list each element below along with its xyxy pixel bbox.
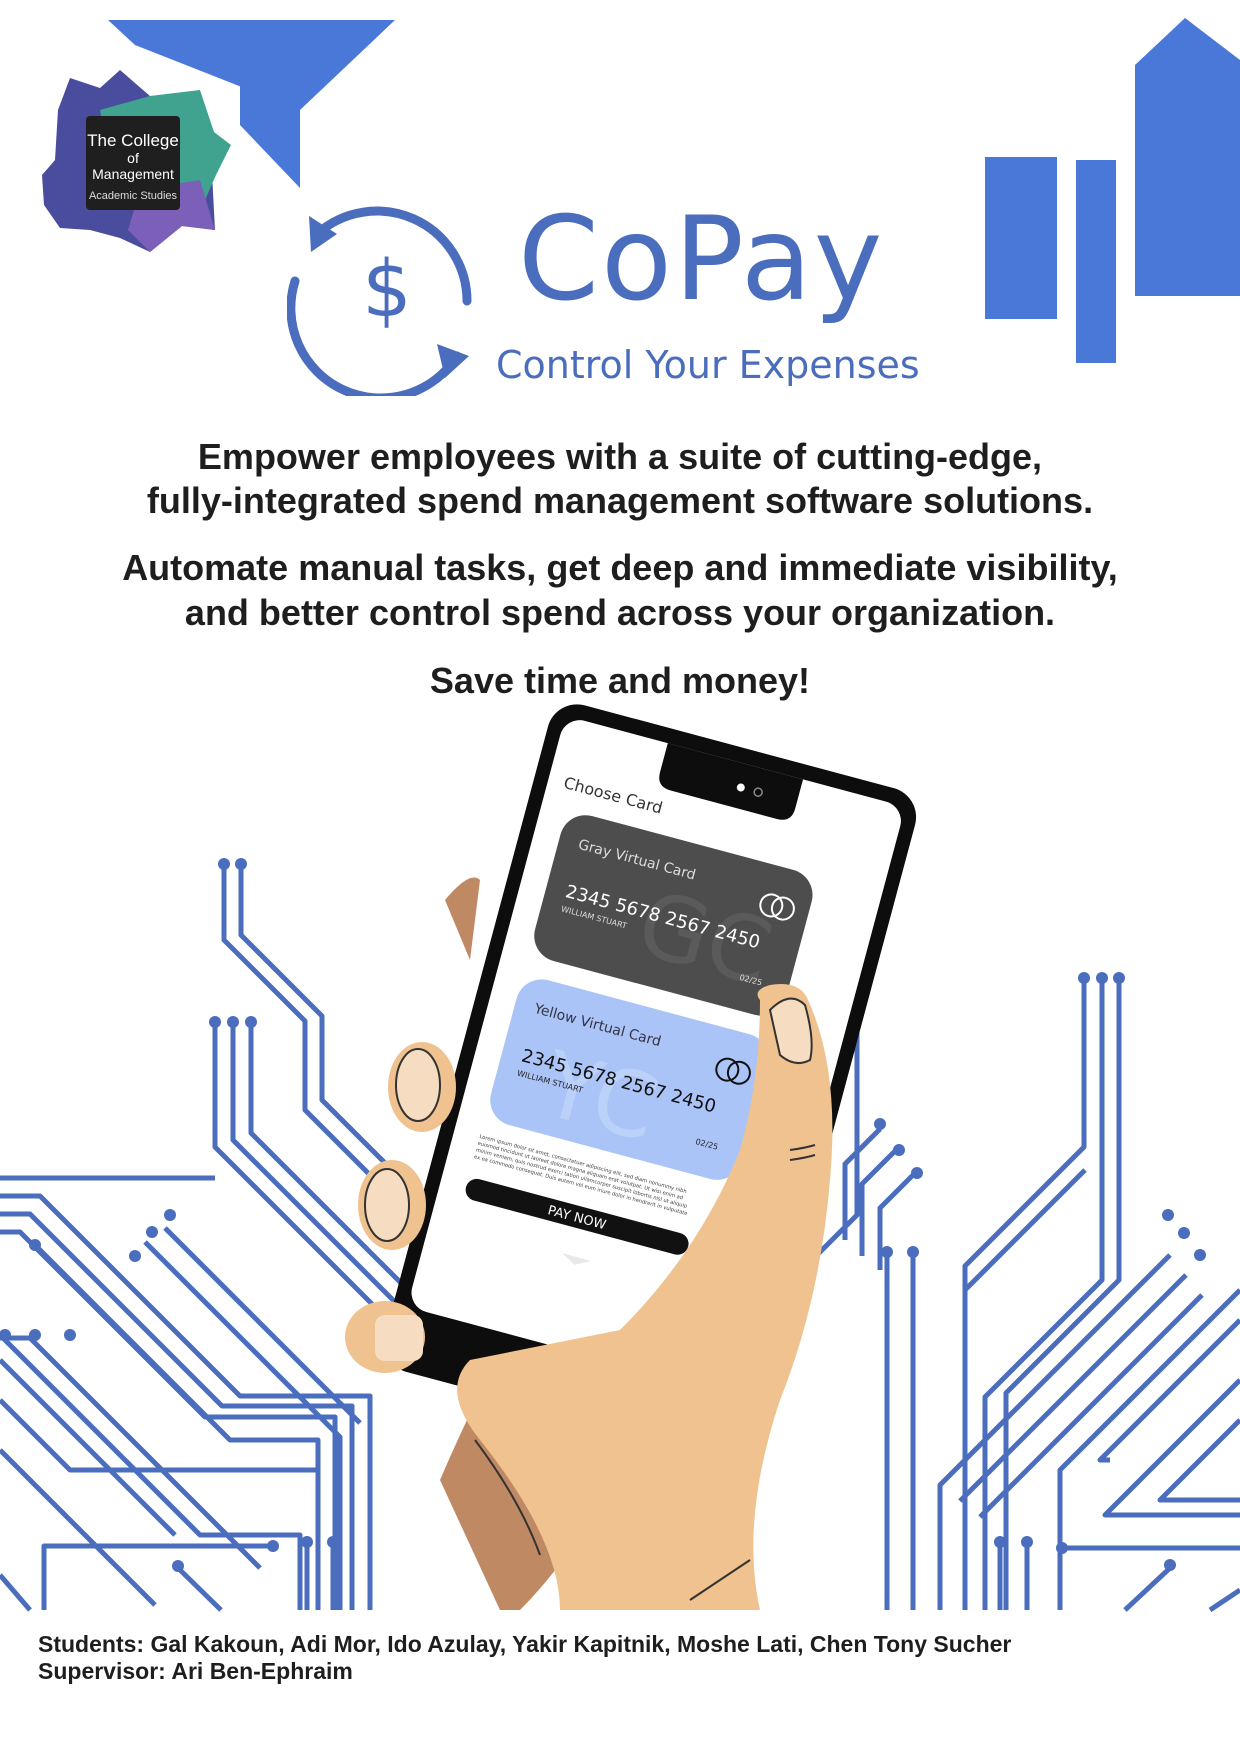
supervisor-credit: Supervisor: Ari Ben-Ephraim (38, 1658, 353, 1684)
hand-phone-illustration: Choose Card GC Gray Virtual Card 2345 56… (345, 704, 917, 1610)
students-credit: Students: Gal Kakoun, Adi Mor, Ido Azula… (38, 1631, 1012, 1657)
credits: Students: Gal Kakoun, Adi Mor, Ido Azula… (38, 1631, 1011, 1685)
